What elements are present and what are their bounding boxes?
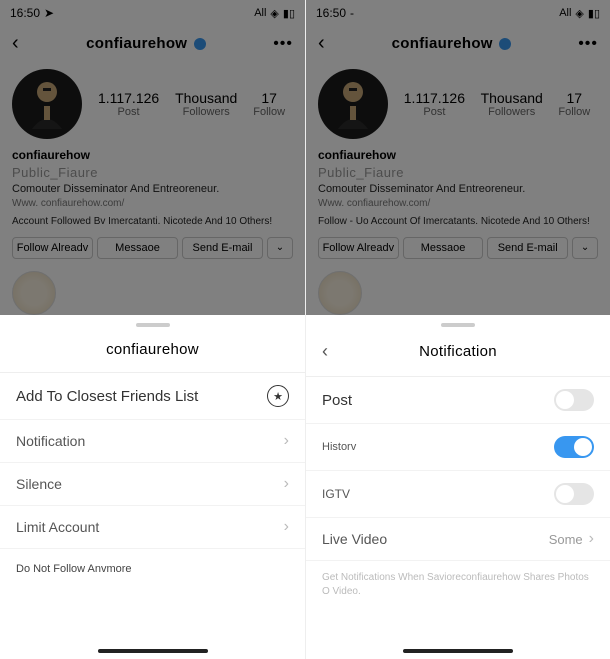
toggle-post[interactable] <box>554 389 594 411</box>
email-button[interactable]: Send E-mail <box>182 237 263 259</box>
profile-page-dimmed: 16:50 - All◈▮▯ ‹ confiaurehow ••• 1.117.… <box>306 0 610 315</box>
stats: 1.117.126Post ThousandFollowers 17Follow <box>388 69 598 139</box>
avatar[interactable] <box>12 69 82 139</box>
action-sheet: confiaurehow Add To Closest Friends List… <box>0 315 305 659</box>
toggle-history[interactable] <box>554 436 594 458</box>
row-silence[interactable]: Silence › <box>0 463 305 506</box>
more-icon[interactable]: ••• <box>273 35 293 53</box>
phone-right: 16:50 - All◈▮▯ ‹ confiaurehow ••• 1.117.… <box>305 0 610 659</box>
stat-followers[interactable]: ThousandFollowers <box>481 90 543 118</box>
action-buttons: Follow Alreadv Messaoe Send E-mail ⌄ <box>0 229 305 267</box>
home-indicator[interactable] <box>403 649 513 653</box>
status-bar: 16:50 - All◈▮▯ <box>306 0 610 22</box>
wifi-icon: ◈ <box>575 7 583 20</box>
avatar[interactable] <box>318 69 388 139</box>
story-highlight[interactable] <box>12 271 56 315</box>
notifications-sheet: ‹ Notification Post Historv IGTV Live Vi… <box>306 315 610 659</box>
action-buttons: Follow Alreadv Messaoe Send E-mail ⌄ <box>306 229 610 267</box>
followed-by[interactable]: Follow - Uo Account Of Imercatants. Nico… <box>318 215 598 229</box>
message-button[interactable]: Messaoe <box>403 237 484 259</box>
bio-desc: Comouter Disseminator And Entreoreneur. <box>318 182 598 197</box>
location-icon: ➤ <box>44 6 54 20</box>
time: 16:50 <box>316 6 346 20</box>
verified-icon <box>499 38 511 50</box>
more-icon[interactable]: ••• <box>578 35 598 53</box>
bio-desc: Comouter Disseminator And Entreoreneur. <box>12 182 293 197</box>
chevron-right-icon: › <box>284 475 289 493</box>
bio-category: Public_Fiaure <box>12 164 293 182</box>
status-bar: 16:50 ➤ All ◈ ▮▯ <box>0 0 305 22</box>
verified-icon <box>194 38 206 50</box>
back-chevron-icon[interactable]: ‹ <box>12 32 19 55</box>
row-limit[interactable]: Limit Account › <box>0 506 305 549</box>
stat-posts[interactable]: 1.117.126Post <box>98 90 159 118</box>
unfollow-button[interactable]: Do Not Follow Anvmore <box>0 549 305 589</box>
sheet-back-icon[interactable]: ‹ <box>322 341 342 362</box>
chevron-right-icon: › <box>589 530 594 548</box>
chevron-right-icon: › <box>284 432 289 450</box>
profile-page-dimmed: 16:50 ➤ All ◈ ▮▯ ‹ confiaurehow ••• 1.117.1… <box>0 0 305 315</box>
sheet-grabber[interactable] <box>441 323 475 327</box>
row-closest-friends[interactable]: Add To Closest Friends List ★ <box>0 373 305 420</box>
row-live-video[interactable]: Live Video Some › <box>306 518 610 561</box>
network: All <box>254 7 266 19</box>
sheet-grabber[interactable] <box>136 323 170 327</box>
bio-link[interactable]: Www. confiaurehow.com/ <box>318 197 598 211</box>
bio: confiaurehow Public_Fiaure Comouter Diss… <box>0 147 305 229</box>
bio-name: confiaurehow <box>318 147 598 164</box>
story-highlight[interactable] <box>318 271 362 315</box>
wifi-icon: ◈ <box>270 7 278 20</box>
chevron-right-icon: › <box>284 518 289 536</box>
row-history-notif: Historv <box>306 424 610 471</box>
sheet-title: Notification <box>342 343 574 360</box>
row-post-notif: Post <box>306 377 610 424</box>
star-icon: ★ <box>267 385 289 407</box>
profile-handle: confiaurehow <box>19 35 274 52</box>
suggestions-dropdown[interactable]: ⌄ <box>572 237 598 259</box>
follow-button[interactable]: Follow Alreadv <box>12 237 93 259</box>
bio-name: confiaurehow <box>12 147 293 164</box>
stat-posts[interactable]: 1.117.126Post <box>404 90 465 118</box>
follow-button[interactable]: Follow Alreadv <box>318 237 399 259</box>
battery-icon: ▮▯ <box>588 7 600 20</box>
toggle-igtv[interactable] <box>554 483 594 505</box>
battery-icon: ▮▯ <box>283 7 295 20</box>
time: 16:50 <box>10 6 40 20</box>
back-chevron-icon[interactable]: ‹ <box>318 32 325 55</box>
stat-following[interactable]: 17Follow <box>558 90 590 118</box>
stat-followers[interactable]: ThousandFollowers <box>175 90 237 118</box>
bio: confiaurehow Public_Fiaure Comouter Diss… <box>306 147 610 229</box>
home-indicator[interactable] <box>98 649 208 653</box>
sheet-title: confiaurehow <box>16 341 289 358</box>
suggestions-dropdown[interactable]: ⌄ <box>267 237 293 259</box>
stat-following[interactable]: 17Follow <box>253 90 285 118</box>
stats: 1.117.126Post ThousandFollowers 17Follow <box>82 69 293 139</box>
notification-hint: Get Notifications When Savioreconfiaureh… <box>306 561 610 609</box>
followed-by[interactable]: Account Followed Bv Imercatanti. Nicoted… <box>12 215 293 229</box>
message-button[interactable]: Messaoe <box>97 237 178 259</box>
bio-link[interactable]: Www. confiaurehow.com/ <box>12 197 293 211</box>
profile-header: ‹ confiaurehow ••• <box>0 22 305 65</box>
profile-handle: confiaurehow <box>325 35 579 52</box>
profile-header: ‹ confiaurehow ••• <box>306 22 610 65</box>
bio-category: Public_Fiaure <box>318 164 598 182</box>
row-igtv-notif: IGTV <box>306 471 610 518</box>
network: All <box>559 7 571 19</box>
phone-left: 16:50 ➤ All ◈ ▮▯ ‹ confiaurehow ••• 1.117.1… <box>0 0 305 659</box>
email-button[interactable]: Send E-mail <box>487 237 568 259</box>
row-notifications[interactable]: Notification › <box>0 420 305 463</box>
